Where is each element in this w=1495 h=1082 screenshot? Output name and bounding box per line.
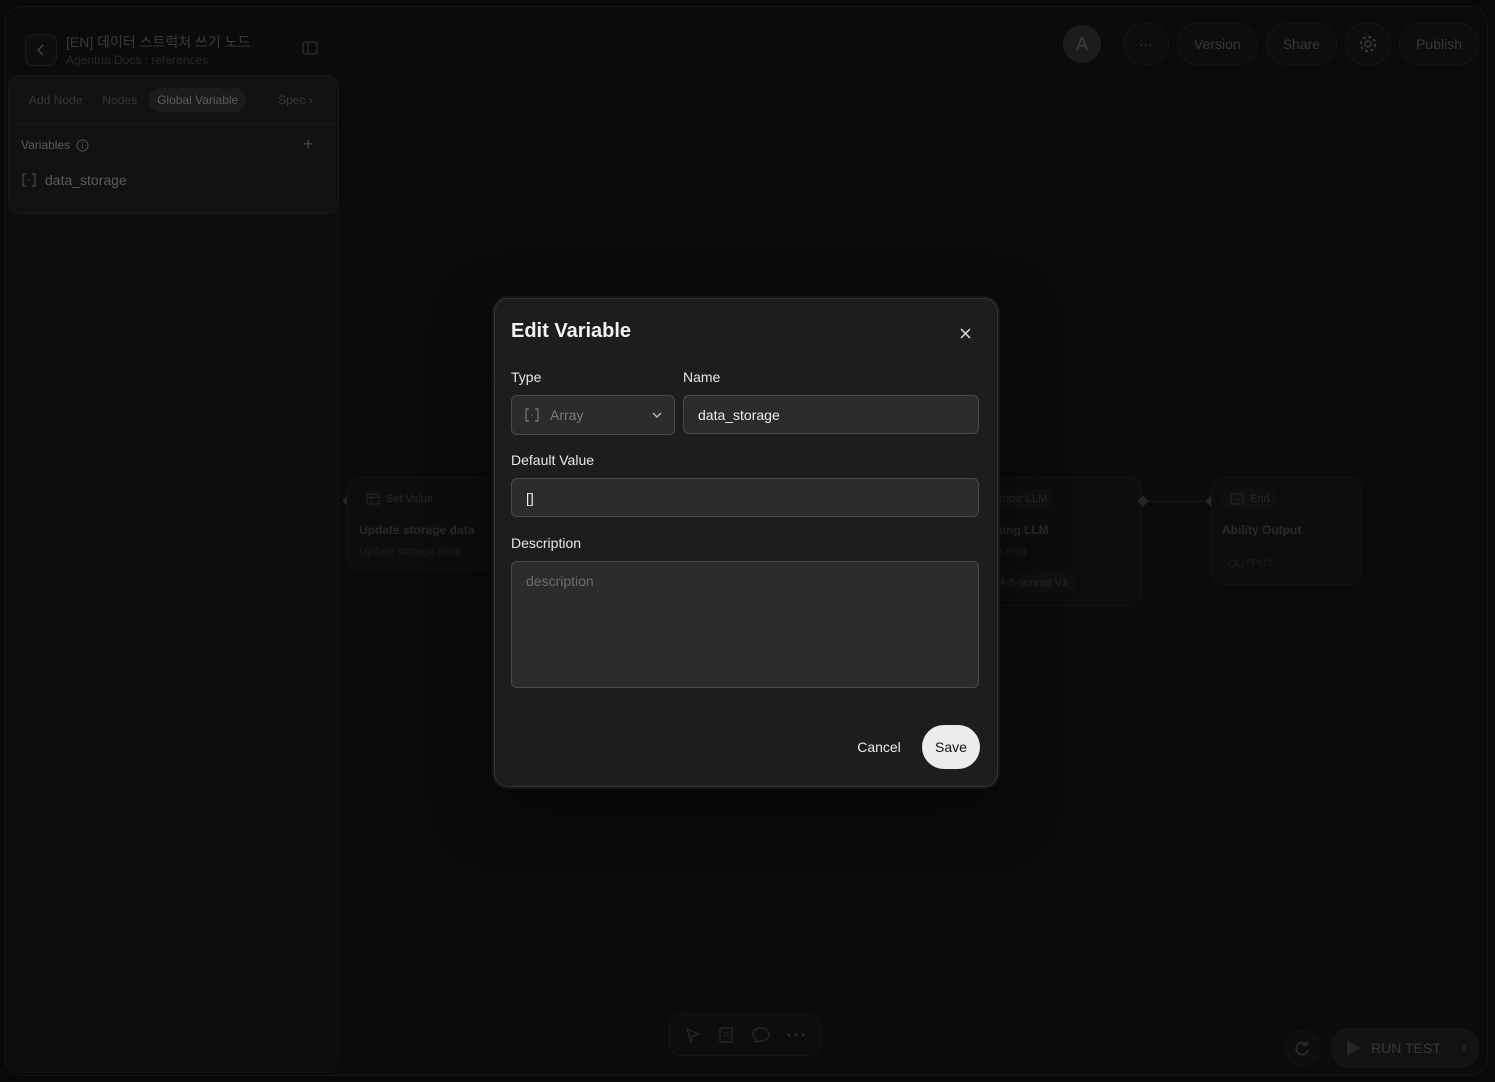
cancel-button[interactable]: Cancel — [845, 729, 913, 765]
default-value-label: Default Value — [511, 452, 595, 468]
default-value-input[interactable] — [511, 478, 979, 517]
array-icon — [525, 408, 539, 422]
type-select[interactable]: Array — [511, 395, 675, 435]
description-field[interactable] — [511, 561, 979, 688]
chevron-down-icon — [652, 412, 662, 418]
close-button[interactable] — [955, 323, 975, 343]
close-icon — [959, 327, 971, 339]
type-label: Type — [511, 369, 542, 385]
type-select-value: Array — [550, 407, 584, 423]
edit-variable-dialog: Edit Variable Type Name Array Default Va… — [494, 298, 998, 787]
save-button[interactable]: Save — [922, 725, 980, 769]
description-label: Description — [511, 535, 582, 551]
dialog-title: Edit Variable — [511, 320, 632, 342]
name-label: Name — [683, 369, 721, 385]
name-input[interactable] — [683, 395, 979, 434]
